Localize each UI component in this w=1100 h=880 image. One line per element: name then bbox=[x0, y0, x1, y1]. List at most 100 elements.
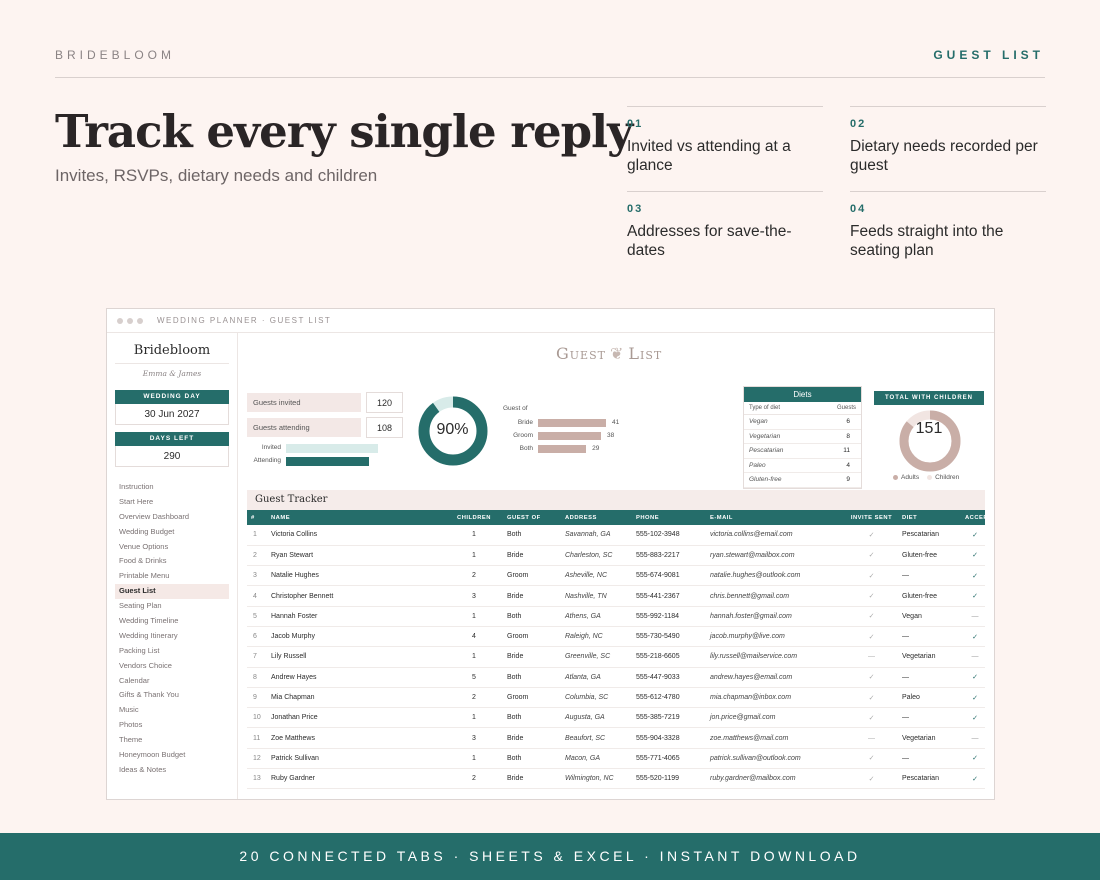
cell-address[interactable]: Asheville, NC bbox=[561, 565, 632, 587]
cell-guest-of[interactable]: Groom bbox=[503, 626, 561, 648]
cell-row-number[interactable]: 3 bbox=[247, 565, 267, 587]
column-header-row-number[interactable]: # bbox=[247, 510, 267, 525]
cell-children-count[interactable]: 5 bbox=[445, 667, 503, 688]
column-header-guest-name[interactable]: NAME bbox=[267, 510, 445, 525]
cell-children-count[interactable]: 1 bbox=[445, 606, 503, 627]
cell-diet[interactable]: — bbox=[898, 748, 965, 770]
cell-phone[interactable]: 555-612-4780 bbox=[632, 687, 706, 709]
column-header-diet[interactable]: DIET bbox=[898, 510, 965, 525]
cell-children-count[interactable]: 1 bbox=[445, 646, 503, 668]
cell-diet[interactable]: Paleo bbox=[898, 687, 965, 709]
cell-guest-of[interactable]: Bride bbox=[503, 646, 561, 668]
cell-row-number[interactable]: 13 bbox=[247, 768, 267, 790]
cell-phone[interactable]: 555-441-2367 bbox=[632, 585, 706, 607]
cell-address[interactable]: Columbia, SC bbox=[561, 687, 632, 709]
cell-guest-of[interactable]: Groom bbox=[503, 687, 561, 709]
cell-diet[interactable]: — bbox=[898, 667, 965, 688]
window-dot-icon[interactable] bbox=[127, 317, 133, 324]
cell-children-count[interactable]: 1 bbox=[445, 707, 503, 729]
cell-guest-name[interactable]: Ruby Gardner bbox=[267, 768, 445, 790]
cell-email[interactable]: andrew.hayes@email.com bbox=[706, 667, 845, 688]
cell-guest-name[interactable]: Jonathan Price bbox=[267, 707, 445, 729]
cell-diet[interactable]: — bbox=[898, 626, 965, 648]
cell-phone[interactable]: 555-102-3948 bbox=[632, 525, 706, 546]
cell-phone[interactable]: 555-730-5490 bbox=[632, 626, 706, 648]
table-row[interactable]: 13 Ruby Gardner 2 Bride Wilmington, NC 555-52… bbox=[247, 768, 985, 790]
cell-address[interactable]: Charleston, SC bbox=[561, 545, 632, 567]
cell-row-number[interactable]: 6 bbox=[247, 626, 267, 648]
cell-children-count[interactable]: 3 bbox=[445, 585, 503, 607]
cell-diet[interactable]: — bbox=[898, 565, 965, 587]
sidebar-item-calendar[interactable]: Calendar bbox=[115, 674, 229, 689]
cell-accept[interactable]: ✓ bbox=[965, 687, 985, 709]
sidebar-item-wedding-timeline[interactable]: Wedding Timeline bbox=[115, 614, 229, 629]
cell-guest-of[interactable]: Bride bbox=[503, 585, 561, 607]
cell-guest-name[interactable]: Zoe Matthews bbox=[267, 727, 445, 749]
cell-guest-name[interactable]: Hannah Foster bbox=[267, 606, 445, 627]
cell-guest-name[interactable]: Andrew Hayes bbox=[267, 667, 445, 688]
sidebar-item-honeymoon-budget[interactable]: Honeymoon Budget bbox=[115, 748, 229, 763]
cell-guest-of[interactable]: Bride bbox=[503, 768, 561, 790]
cell-email[interactable]: mia.chapman@inbox.com bbox=[706, 687, 845, 709]
cell-address[interactable]: Nashville, TN bbox=[561, 585, 632, 607]
sidebar-item-vendors-choice[interactable]: Vendors Choice bbox=[115, 659, 229, 674]
cell-invite-sent[interactable]: ✓ bbox=[845, 707, 898, 729]
cell-row-number[interactable]: 9 bbox=[247, 687, 267, 709]
wedding-day-value[interactable]: 30 Jun 2027 bbox=[115, 404, 229, 425]
table-row[interactable]: 2 Ryan Stewart 1 Bride Charleston, SC 555-883… bbox=[247, 545, 985, 567]
cell-phone[interactable]: 555-992-1184 bbox=[632, 606, 706, 627]
cell-diet[interactable]: Vegetarian bbox=[898, 727, 965, 749]
cell-email[interactable]: natalie.hughes@outlook.com bbox=[706, 565, 845, 587]
cell-guest-name[interactable]: Lily Russell bbox=[267, 646, 445, 668]
cell-guest-of[interactable]: Both bbox=[503, 707, 561, 729]
cell-invite-sent[interactable]: ✓ bbox=[845, 687, 898, 709]
cell-address[interactable]: Augusta, GA bbox=[561, 707, 632, 729]
table-row[interactable]: 3 Natalie Hughes 2 Groom Asheville, NC 555-67… bbox=[247, 565, 985, 587]
cell-email[interactable]: ryan.stewart@mailbox.com bbox=[706, 545, 845, 567]
cell-invite-sent[interactable]: ✓ bbox=[845, 667, 898, 688]
cell-invite-sent[interactable]: ✓ bbox=[845, 565, 898, 587]
cell-accept[interactable]: ✓ bbox=[965, 768, 985, 790]
cell-row-number[interactable]: 7 bbox=[247, 646, 267, 668]
cell-diet[interactable]: — bbox=[898, 707, 965, 729]
table-row[interactable]: 4 Christopher Bennett 3 Bride Nashville, TN 5… bbox=[247, 585, 985, 607]
table-row[interactable]: 12 Patrick Sullivan 1 Both Macon, GA 555-771-… bbox=[247, 748, 985, 770]
cell-diet[interactable]: Pescatarian bbox=[898, 525, 965, 546]
cell-guest-name[interactable]: Natalie Hughes bbox=[267, 565, 445, 587]
sidebar-item-music[interactable]: Music bbox=[115, 703, 229, 718]
cell-guest-name[interactable]: Ryan Stewart bbox=[267, 545, 445, 567]
column-header-phone[interactable]: PHONE bbox=[632, 510, 706, 525]
cell-invite-sent[interactable]: ✓ bbox=[845, 748, 898, 770]
cell-diet[interactable]: Vegan bbox=[898, 606, 965, 627]
cell-address[interactable]: Raleigh, NC bbox=[561, 626, 632, 648]
guests-attending-value[interactable]: 108 bbox=[366, 417, 403, 438]
cell-guest-of[interactable]: Both bbox=[503, 748, 561, 770]
column-header-invite-sent[interactable]: INVITE SENT bbox=[845, 510, 898, 525]
cell-row-number[interactable]: 5 bbox=[247, 606, 267, 627]
sidebar-item-printable-menu[interactable]: Printable Menu bbox=[115, 569, 229, 584]
cell-phone[interactable]: 555-218-6605 bbox=[632, 646, 706, 668]
sidebar-item-food-drinks[interactable]: Food & Drinks bbox=[115, 554, 229, 569]
cell-email[interactable]: victoria.collins@email.com bbox=[706, 525, 845, 546]
cell-phone[interactable]: 555-520-1199 bbox=[632, 768, 706, 790]
cell-children-count[interactable]: 1 bbox=[445, 545, 503, 567]
cell-guest-name[interactable]: Jacob Murphy bbox=[267, 626, 445, 648]
cell-diet[interactable]: Pescatarian bbox=[898, 768, 965, 790]
cell-address[interactable]: Atlanta, GA bbox=[561, 667, 632, 688]
cell-invite-sent[interactable]: ✓ bbox=[845, 525, 898, 546]
cell-children-count[interactable]: 2 bbox=[445, 768, 503, 790]
cell-row-number[interactable]: 4 bbox=[247, 585, 267, 607]
sidebar-item-photos[interactable]: Photos bbox=[115, 718, 229, 733]
cell-address[interactable]: Macon, GA bbox=[561, 748, 632, 770]
cell-invite-sent[interactable]: ✓ bbox=[845, 626, 898, 648]
cell-row-number[interactable]: 8 bbox=[247, 667, 267, 688]
cell-invite-sent[interactable]: ✓ bbox=[845, 545, 898, 567]
column-header-email[interactable]: E-MAIL bbox=[706, 510, 845, 525]
table-row[interactable]: 7 Lily Russell 1 Bride Greenville, SC 555-218… bbox=[247, 646, 985, 668]
cell-row-number[interactable]: 2 bbox=[247, 545, 267, 567]
window-dot-icon[interactable] bbox=[137, 317, 143, 324]
cell-guest-of[interactable]: Bride bbox=[503, 545, 561, 567]
cell-guest-of[interactable]: Groom bbox=[503, 565, 561, 587]
sidebar-item-overview-dashboard[interactable]: Overview Dashboard bbox=[115, 510, 229, 525]
cell-accept[interactable]: — bbox=[965, 606, 985, 627]
